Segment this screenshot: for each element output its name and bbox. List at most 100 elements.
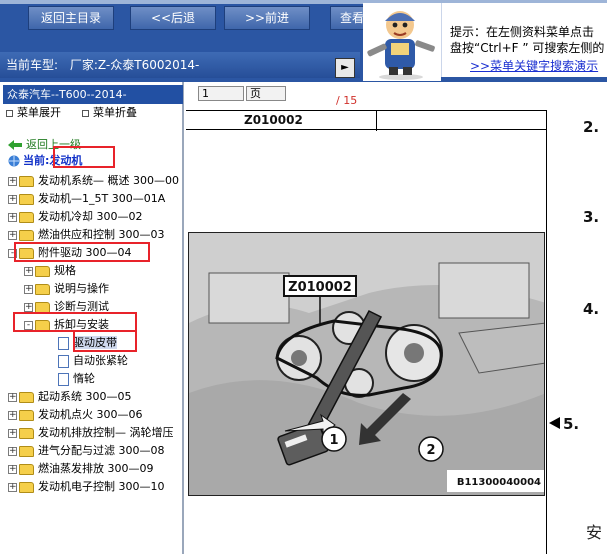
tree-item-intake-filter[interactable]: + 进气分配与过滤 300—08	[8, 442, 165, 459]
tree-item-label: 发动机排放控制— 涡轮增压	[38, 426, 174, 439]
tree-item-idler-pulley[interactable]: 惰轮	[58, 370, 95, 387]
tree-item-label: 说明与操作	[54, 282, 109, 295]
page-number-field[interactable]: 1	[198, 86, 244, 101]
step-2: 2.	[583, 118, 600, 136]
tree-item-emission-turbo[interactable]: + 发动机排放控制— 涡轮增压	[8, 424, 174, 441]
back-up-label: 返回上一级	[26, 138, 81, 151]
tree-item-label: 发动机冷却 300—02	[38, 210, 143, 223]
document-icon	[58, 336, 69, 350]
page-unit-box: 页	[246, 86, 286, 101]
folder-icon	[19, 445, 34, 457]
keyword-search-demo-link[interactable]: >>菜单关键字搜索演示	[470, 57, 598, 74]
back-button[interactable]: <<后退	[130, 6, 216, 30]
tree-item-label: 燃油供应和控制 300—03	[38, 228, 165, 241]
expander-icon[interactable]: +	[8, 482, 17, 492]
expander-icon[interactable]: +	[8, 464, 17, 474]
forward-button[interactable]: >>前进	[224, 6, 310, 30]
tree-item-engine-cooling[interactable]: + 发动机冷却 300—02	[8, 208, 143, 225]
folder-icon	[19, 481, 34, 493]
folder-icon	[19, 391, 34, 403]
tree-item-auto-tensioner[interactable]: 自动张紧轮	[58, 352, 128, 369]
tree-item-specifications[interactable]: + 规格	[24, 262, 76, 279]
top-header: 返回主目录 <<后退 >>前进 查看 当前车型: 厂家:Z-众泰T6002014…	[0, 0, 607, 82]
folder-icon	[19, 409, 34, 421]
tree-item-label: 燃油蒸发排放 300—09	[38, 462, 154, 475]
tree-item-label: 发动机—1_5T 300—01A	[38, 192, 166, 205]
figure-callout-label: Z010002	[288, 280, 352, 295]
tree-item-drive-belt[interactable]: 驱动皮带	[58, 334, 117, 351]
expander-icon[interactable]: +	[8, 194, 17, 204]
tree-item-label: 自动张紧轮	[73, 354, 128, 367]
expander-icon[interactable]: +	[8, 428, 17, 438]
tree-item-label: 发动机电子控制 300—10	[38, 480, 165, 493]
page-total: / 15	[336, 94, 358, 107]
hint-line-2: 盘按“Ctrl+F ” 可搜索左侧的	[450, 41, 605, 55]
expand-square-icon	[6, 109, 13, 117]
tree-item-label: 进气分配与过滤 300—08	[38, 444, 165, 457]
go-button[interactable]: ►	[335, 58, 355, 78]
tree-item-label: 发动机点火 300—06	[38, 408, 143, 421]
figure-marker-1: 1	[329, 433, 338, 448]
figure-id-header: Z010002	[244, 113, 303, 127]
tree-item-label: 拆卸与安装	[54, 318, 109, 331]
tree-item-engine-electronic-control[interactable]: + 发动机电子控制 300—10	[8, 478, 165, 495]
expander-icon[interactable]: -	[24, 320, 33, 330]
expander-icon[interactable]: +	[8, 212, 17, 222]
globe-icon	[8, 155, 20, 167]
tree-item-starting-system[interactable]: + 起动系统 300—05	[8, 388, 132, 405]
expander-icon[interactable]: -	[8, 248, 17, 258]
tree-item-engine-1-5t[interactable]: + 发动机—1_5T 300—01A	[8, 190, 165, 207]
sidebar: 众泰汽车--T600--2014- 菜单展开 菜单折叠 返回上一级 当前:发动机…	[0, 82, 184, 554]
tree-item-label: 发动机系统— 概述 300—00	[38, 174, 179, 187]
forward-button-label: >>前进	[244, 11, 290, 25]
header-divider	[376, 111, 377, 131]
folder-open-icon	[35, 319, 50, 331]
expander-icon[interactable]: +	[8, 230, 17, 240]
folder-icon	[35, 283, 50, 295]
home-button[interactable]: 返回主目录	[28, 6, 114, 30]
document-viewer: 1 页 / 15 Z010002 Z010002 1 2 B1130004000…	[186, 82, 607, 554]
tree-item-fuel-supply[interactable]: + 燃油供应和控制 300—03	[8, 226, 165, 243]
current-location-label: 当前:发动机	[23, 154, 83, 167]
tree-item-description-operation[interactable]: + 说明与操作	[24, 280, 109, 297]
folder-icon	[19, 175, 34, 187]
drive-belt-figure: Z010002 1 2 B11300040004	[188, 232, 545, 496]
expander-icon[interactable]: +	[24, 284, 33, 294]
tree-item-label: 诊断与测试	[54, 300, 109, 313]
expander-icon[interactable]: +	[24, 302, 33, 312]
tree-item-label: 惰轮	[73, 372, 95, 385]
back-button-label: <<后退	[150, 11, 196, 25]
expander-icon[interactable]: +	[8, 446, 17, 456]
folder-icon	[35, 265, 50, 277]
menu-collapse-control[interactable]: 菜单折叠	[82, 104, 137, 122]
tree-item-diagnosis-testing[interactable]: + 诊断与测试	[24, 298, 109, 315]
expander-icon[interactable]: +	[24, 266, 33, 276]
step-3: 3.	[583, 208, 600, 226]
menu-expand-control[interactable]: 菜单展开	[6, 104, 61, 122]
home-button-label: 返回主目录	[40, 11, 101, 25]
menu-expand-label: 菜单展开	[17, 106, 61, 119]
tree-item-label: 附件驱动 300—04	[38, 246, 132, 259]
tree-item-accessory-drive[interactable]: - 附件驱动 300—04	[8, 244, 132, 261]
step-4: 4.	[583, 300, 600, 318]
engine-illustration: Z010002 1 2 B11300040004	[189, 233, 544, 495]
expander-icon[interactable]: +	[8, 392, 17, 402]
mechanic-mascot-icon	[363, 3, 441, 81]
tree-item-removal-installation[interactable]: - 拆卸与安装	[24, 316, 109, 333]
tree-item-evap-emission[interactable]: + 燃油蒸发排放 300—09	[8, 460, 154, 477]
current-model-bar: 当前车型: 厂家:Z-众泰T6002014-	[0, 52, 360, 78]
tree-item-engine-ignition[interactable]: + 发动机点火 300—06	[8, 406, 143, 423]
folder-icon	[19, 229, 34, 241]
document-page: Z010002 Z010002 1 2 B11300040004	[186, 110, 547, 554]
figure-marker-2: 2	[426, 443, 435, 458]
current-step-arrow-icon	[549, 417, 560, 429]
current-model-label: 当前车型:	[6, 58, 59, 72]
folder-icon	[19, 427, 34, 439]
expander-icon[interactable]: +	[8, 410, 17, 420]
back-up-link[interactable]: 返回上一级	[8, 136, 81, 153]
tree-item-engine-overview[interactable]: + 发动机系统— 概述 300—00	[8, 172, 179, 189]
expander-icon[interactable]: +	[8, 176, 17, 186]
current-location: 当前:发动机	[8, 152, 82, 169]
document-icon	[58, 354, 69, 368]
bottom-partial-text: 安	[586, 523, 603, 542]
